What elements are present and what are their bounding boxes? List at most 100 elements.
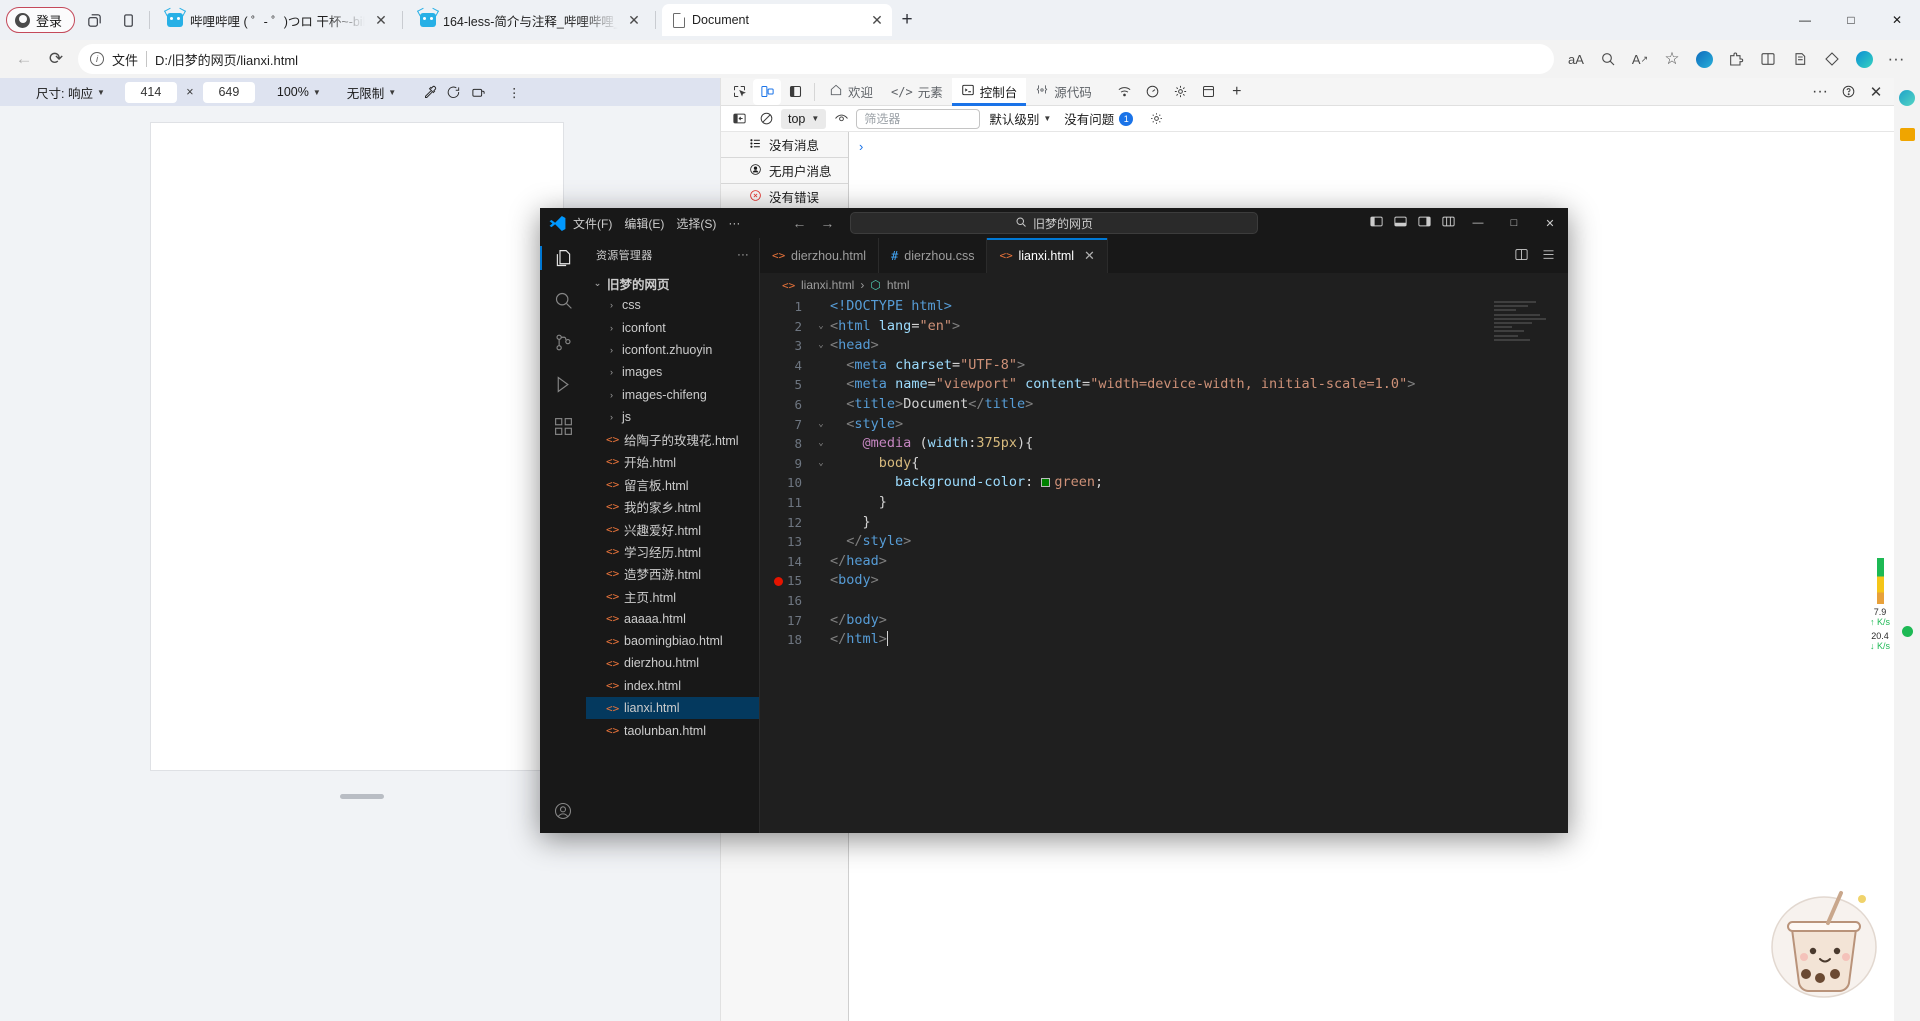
plus-icon[interactable]: + bbox=[1223, 79, 1251, 105]
browser-tab-2[interactable]: 164-less-简介与注释_哔哩哔哩_b ✕ bbox=[409, 4, 649, 36]
toggle-primary-sidebar-icon[interactable] bbox=[1369, 214, 1384, 232]
tree-item-file[interactable]: <> 学习经历.html bbox=[586, 540, 759, 562]
devtools-tab-welcome[interactable]: 欢迎 bbox=[820, 78, 882, 106]
editor-tab-lianxi-html[interactable]: <> lianxi.html ✕ bbox=[987, 238, 1108, 273]
tree-item-folder[interactable]: › css bbox=[586, 294, 759, 316]
viewport-resize-handle[interactable] bbox=[340, 794, 384, 799]
editor-tab-dierzhou-css[interactable]: # dierzhou.css bbox=[879, 238, 988, 273]
minimize-button[interactable]: — bbox=[1782, 0, 1828, 40]
zoom-icon[interactable] bbox=[1592, 43, 1624, 75]
inspect-icon[interactable] bbox=[725, 79, 753, 105]
settings-more-icon[interactable]: ··· bbox=[1880, 43, 1912, 75]
explorer-root-folder[interactable]: ⌄ 旧梦的网页 bbox=[586, 272, 759, 294]
desktop-assistant-widget[interactable] bbox=[1762, 877, 1892, 1007]
tree-item-file[interactable]: <> index.html bbox=[586, 675, 759, 697]
menu-selection[interactable]: 选择(S) bbox=[676, 215, 716, 232]
tree-item-file[interactable]: <> 兴趣爱好.html bbox=[586, 518, 759, 540]
device-toolbar-icon[interactable] bbox=[753, 78, 781, 105]
console-level-selector[interactable]: 默认级别 ▼ bbox=[983, 109, 1057, 128]
screenshot-icon[interactable] bbox=[466, 81, 490, 103]
console-sidebar-item-user-messages[interactable]: 无用户消息 bbox=[721, 158, 848, 184]
close-icon[interactable]: ✕ bbox=[625, 12, 643, 29]
tree-item-file[interactable]: <> baomingbiao.html bbox=[586, 630, 759, 652]
run-debug-icon[interactable] bbox=[551, 372, 575, 396]
fold-indicator[interactable]: ⌄ bbox=[812, 317, 830, 337]
toggle-panel-icon[interactable] bbox=[1393, 214, 1408, 232]
favorite-star-icon[interactable]: ☆ bbox=[1656, 43, 1688, 75]
console-sidebar-toggle-icon[interactable] bbox=[727, 108, 751, 130]
close-button[interactable]: ✕ bbox=[1874, 0, 1920, 40]
account-icon[interactable] bbox=[551, 799, 575, 823]
copilot-rail-icon[interactable] bbox=[1897, 88, 1917, 108]
devtools-tab-console[interactable]: 控制台 bbox=[951, 77, 1027, 106]
rendered-page-frame[interactable] bbox=[150, 122, 564, 771]
tree-item-folder[interactable]: › iconfont.zhuoyin bbox=[586, 339, 759, 361]
tree-item-file[interactable]: <> 我的家乡.html bbox=[586, 496, 759, 518]
vscode-close-button[interactable]: ✕ bbox=[1532, 208, 1568, 238]
help-icon[interactable] bbox=[1834, 79, 1862, 105]
tree-item-folder[interactable]: › js bbox=[586, 406, 759, 428]
tab-actions-icon[interactable] bbox=[79, 5, 109, 35]
new-tab-button[interactable]: + bbox=[892, 5, 922, 35]
viewport-width-input[interactable]: 414 bbox=[124, 81, 177, 103]
edge-browser-icon[interactable] bbox=[1848, 43, 1880, 75]
code-editor[interactable]: 1 <!DOCTYPE html> 2 ⌄ <html lang="en"> 3… bbox=[760, 297, 1568, 833]
customize-layout-icon[interactable] bbox=[1441, 214, 1456, 232]
close-icon[interactable]: ✕ bbox=[868, 12, 886, 29]
edge-copilot-icon[interactable] bbox=[1688, 43, 1720, 75]
explorer-more-icon[interactable]: ··· bbox=[737, 249, 749, 261]
breadcrumb-symbol[interactable]: html bbox=[887, 278, 910, 292]
vscode-maximize-button[interactable]: □ bbox=[1496, 208, 1532, 238]
tree-item-folder[interactable]: › images-chifeng bbox=[586, 384, 759, 406]
gear-icon[interactable] bbox=[1144, 108, 1168, 130]
more-actions-icon[interactable] bbox=[1541, 247, 1556, 265]
source-control-icon[interactable] bbox=[551, 330, 575, 354]
console-filter-input[interactable]: 筛选器 bbox=[856, 108, 981, 129]
menu-edit[interactable]: 编辑(E) bbox=[624, 215, 664, 232]
browser-essentials-icon[interactable] bbox=[1816, 43, 1848, 75]
throttling-selector[interactable]: 无限制 ▼ bbox=[339, 81, 404, 103]
close-icon[interactable]: ✕ bbox=[1084, 248, 1095, 264]
tree-item-folder[interactable]: › images bbox=[586, 361, 759, 383]
zoom-selector[interactable]: 100% ▼ bbox=[269, 81, 329, 103]
editor-tab-dierzhou-html[interactable]: <> dierzhou.html bbox=[760, 238, 880, 273]
console-context-selector[interactable]: top ▼ bbox=[781, 108, 827, 129]
maximize-button[interactable]: □ bbox=[1828, 0, 1874, 40]
shopping-rail-icon[interactable] bbox=[1897, 124, 1917, 144]
tree-item-folder[interactable]: › iconfont bbox=[586, 316, 759, 338]
forward-arrow-icon[interactable]: → bbox=[820, 215, 834, 231]
immersive-reader-icon[interactable]: A ↗ bbox=[1624, 43, 1656, 75]
application-icon[interactable] bbox=[1167, 79, 1195, 105]
reload-icon[interactable]: ⟳ bbox=[40, 43, 72, 75]
fold-indicator[interactable]: ⌄ bbox=[812, 434, 830, 454]
address-bar[interactable]: i 文件 D:/旧梦的网页/lianxi.html bbox=[78, 44, 1554, 74]
dock-side-icon[interactable] bbox=[781, 79, 809, 105]
issues-indicator[interactable]: 没有问题 1 bbox=[1060, 109, 1134, 128]
close-icon[interactable]: ✕ bbox=[372, 12, 390, 29]
fold-indicator[interactable]: ⌄ bbox=[812, 454, 830, 474]
live-expression-icon[interactable] bbox=[829, 108, 853, 130]
layers-icon[interactable] bbox=[1195, 79, 1223, 105]
network-icon[interactable] bbox=[1111, 79, 1139, 105]
toggle-secondary-sidebar-icon[interactable] bbox=[1417, 214, 1432, 232]
device-size-selector[interactable]: 尺寸: 响应 ▼ bbox=[28, 81, 113, 103]
color-swatch[interactable] bbox=[1041, 478, 1051, 488]
vertical-tabs-icon[interactable] bbox=[113, 5, 143, 35]
rotate-icon[interactable] bbox=[442, 81, 466, 103]
collections-icon[interactable] bbox=[1784, 43, 1816, 75]
breadcrumb-file[interactable]: lianxi.html bbox=[801, 278, 854, 292]
close-icon[interactable]: ✕ bbox=[1862, 79, 1890, 105]
vscode-minimize-button[interactable]: — bbox=[1460, 208, 1496, 238]
explorer-icon[interactable] bbox=[551, 246, 575, 270]
browser-tab-3[interactable]: Document ✕ bbox=[662, 4, 893, 36]
tree-item-file[interactable]: <> dierzhou.html bbox=[586, 652, 759, 674]
more-icon[interactable]: ⋮ bbox=[502, 81, 526, 103]
fold-indicator[interactable]: ⌄ bbox=[812, 336, 830, 356]
tree-item-file[interactable]: <> aaaaa.html bbox=[586, 607, 759, 629]
tree-item-file[interactable]: <> taolunban.html bbox=[586, 719, 759, 741]
devtools-tab-sources[interactable]: 源代码 bbox=[1026, 78, 1101, 106]
breakpoint-icon[interactable] bbox=[774, 577, 783, 587]
viewport-height-input[interactable]: 649 bbox=[202, 81, 255, 103]
browser-tab-1[interactable]: 哔哩哔哩 ( ゜- ゜)つロ 干杯~-bilib ✕ bbox=[156, 4, 396, 36]
extensions-icon[interactable] bbox=[1720, 43, 1752, 75]
